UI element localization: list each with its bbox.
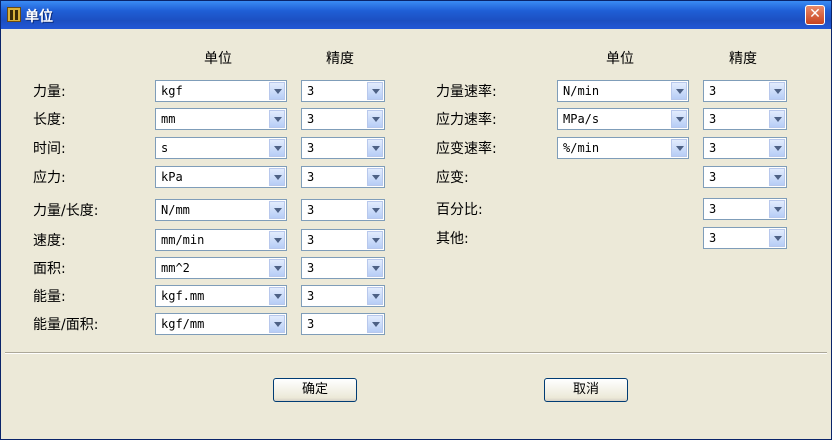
precision-select-stress-rate[interactable]: 3 — [703, 108, 787, 130]
ok-button[interactable]: 确定 — [273, 378, 357, 402]
app-icon — [7, 7, 21, 22]
chevron-down-icon[interactable] — [367, 259, 383, 277]
unit-select-stress[interactable]: kPa — [155, 166, 287, 188]
chevron-down-icon[interactable] — [367, 168, 383, 186]
precision-select-force[interactable]: 3 — [301, 80, 385, 102]
chevron-down-icon[interactable] — [769, 229, 785, 247]
chevron-down-icon[interactable] — [769, 200, 785, 218]
chevron-down-icon[interactable] — [367, 201, 383, 219]
left-unit-header: 单位 — [204, 51, 232, 67]
unit-select-energy[interactable]: kgf.mm — [155, 285, 287, 307]
unit-select-force[interactable]: kgf — [155, 80, 287, 102]
unit-select-force-per-length[interactable]: N/mm — [155, 199, 287, 221]
label-energy: 能量: — [33, 289, 66, 305]
label-force-rate: 力量速率: — [436, 84, 497, 100]
label-time: 时间: — [33, 141, 66, 157]
unit-select-time[interactable]: s — [155, 137, 287, 159]
precision-select-other[interactable]: 3 — [703, 227, 787, 249]
unit-select-length[interactable]: mm — [155, 108, 287, 130]
label-force-per-length: 力量/长度: — [33, 203, 99, 219]
chevron-down-icon[interactable] — [769, 110, 785, 128]
close-button[interactable]: ✕ — [805, 5, 825, 25]
precision-select-percent[interactable]: 3 — [703, 198, 787, 220]
unit-select-area[interactable]: mm^2 — [155, 257, 287, 279]
separator — [5, 352, 827, 354]
label-force: 力量: — [33, 84, 66, 100]
label-percent: 百分比: — [436, 202, 483, 218]
precision-select-time[interactable]: 3 — [301, 137, 385, 159]
chevron-down-icon[interactable] — [671, 110, 687, 128]
chevron-down-icon[interactable] — [367, 315, 383, 333]
chevron-down-icon[interactable] — [367, 110, 383, 128]
right-unit-header: 单位 — [606, 51, 634, 67]
chevron-down-icon[interactable] — [769, 82, 785, 100]
precision-select-area[interactable]: 3 — [301, 257, 385, 279]
label-stress-rate: 应力速率: — [436, 112, 497, 128]
label-length: 长度: — [33, 112, 66, 128]
chevron-down-icon[interactable] — [769, 139, 785, 157]
label-speed: 速度: — [33, 233, 66, 249]
precision-select-strain-rate[interactable]: 3 — [703, 137, 787, 159]
chevron-down-icon[interactable] — [367, 82, 383, 100]
precision-select-length[interactable]: 3 — [301, 108, 385, 130]
chevron-down-icon[interactable] — [269, 315, 285, 333]
label-area: 面积: — [33, 261, 66, 277]
title-bar[interactable]: 单位 ✕ — [1, 1, 831, 29]
precision-select-strain[interactable]: 3 — [703, 166, 787, 188]
chevron-down-icon[interactable] — [269, 139, 285, 157]
unit-select-force-rate[interactable]: N/min — [557, 80, 689, 102]
chevron-down-icon[interactable] — [671, 82, 687, 100]
chevron-down-icon[interactable] — [269, 168, 285, 186]
cancel-button[interactable]: 取消 — [544, 378, 628, 402]
chevron-down-icon[interactable] — [671, 139, 687, 157]
unit-select-stress-rate[interactable]: MPa/s — [557, 108, 689, 130]
chevron-down-icon[interactable] — [269, 231, 285, 249]
precision-select-force-rate[interactable]: 3 — [703, 80, 787, 102]
unit-select-strain-rate[interactable]: %/min — [557, 137, 689, 159]
window-title: 单位 — [25, 9, 53, 25]
precision-select-energy[interactable]: 3 — [301, 285, 385, 307]
label-strain-rate: 应变速率: — [436, 141, 497, 157]
label-strain: 应变: — [436, 170, 469, 186]
units-dialog: 单位 ✕ 单位 精度 单位 精度 力量: kgf 3 长度: mm 3 时间: … — [0, 0, 832, 440]
chevron-down-icon[interactable] — [769, 168, 785, 186]
left-precision-header: 精度 — [326, 51, 354, 67]
chevron-down-icon[interactable] — [367, 287, 383, 305]
label-energy-per-area: 能量/面积: — [33, 317, 99, 333]
chevron-down-icon[interactable] — [269, 201, 285, 219]
label-other: 其他: — [436, 231, 469, 247]
chevron-down-icon[interactable] — [367, 139, 383, 157]
chevron-down-icon[interactable] — [269, 110, 285, 128]
label-stress: 应力: — [33, 170, 66, 186]
precision-select-speed[interactable]: 3 — [301, 229, 385, 251]
precision-select-energy-per-area[interactable]: 3 — [301, 313, 385, 335]
unit-select-speed[interactable]: mm/min — [155, 229, 287, 251]
chevron-down-icon[interactable] — [269, 82, 285, 100]
chevron-down-icon[interactable] — [269, 259, 285, 277]
unit-select-energy-per-area[interactable]: kgf/mm — [155, 313, 287, 335]
precision-select-stress[interactable]: 3 — [301, 166, 385, 188]
precision-select-force-per-length[interactable]: 3 — [301, 199, 385, 221]
chevron-down-icon[interactable] — [269, 287, 285, 305]
chevron-down-icon[interactable] — [367, 231, 383, 249]
right-precision-header: 精度 — [729, 51, 757, 67]
